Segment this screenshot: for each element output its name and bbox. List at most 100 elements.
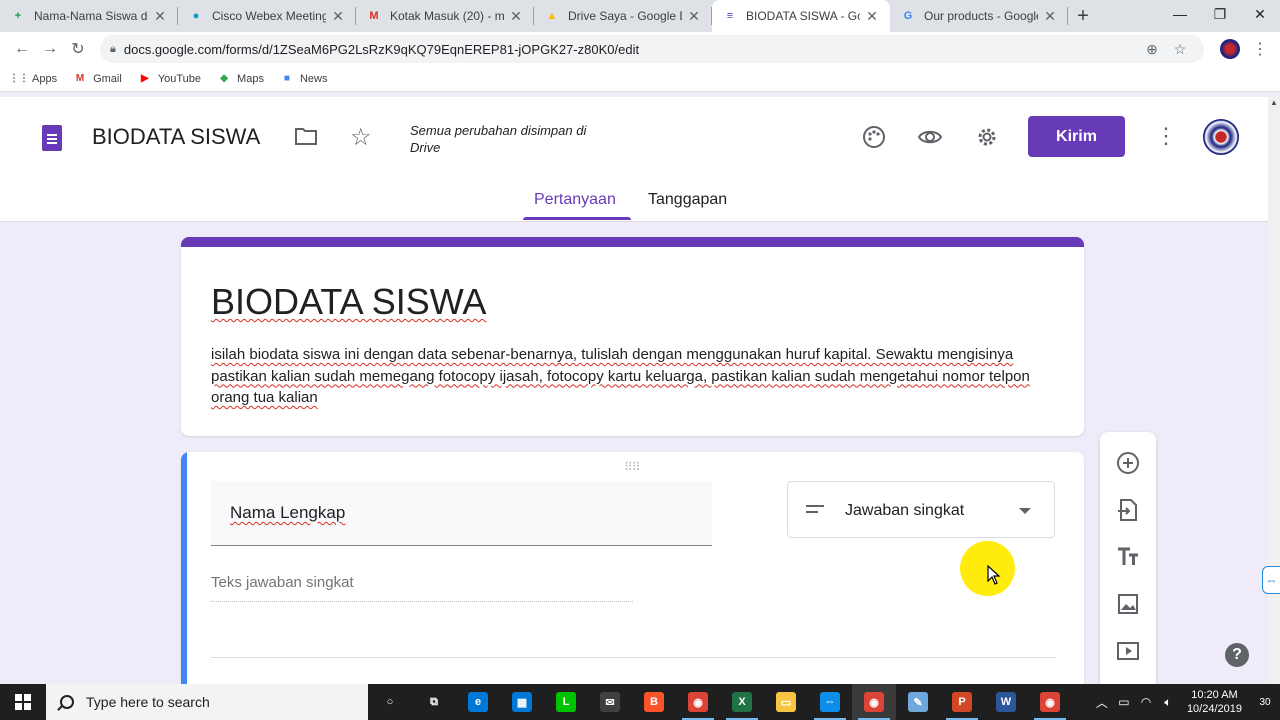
tab-questions[interactable]: Pertanyaan — [534, 191, 616, 209]
window-controls: — ❐ ✕ — [1160, 0, 1280, 32]
browser-tab[interactable]: G Our products - Google ✕ — [890, 0, 1068, 32]
browser-tab[interactable]: ▲ Drive Saya - Google Dri ✕ — [534, 0, 712, 32]
taskbar-app[interactable]: W — [984, 684, 1028, 720]
close-tab-icon[interactable]: ✕ — [330, 8, 346, 25]
battery-icon[interactable]: ▭ — [1113, 695, 1135, 709]
palette-icon[interactable] — [861, 124, 887, 150]
folder-icon[interactable] — [294, 126, 318, 146]
teamviewer-edge-icon[interactable]: ⇔ — [1262, 566, 1280, 594]
start-button[interactable] — [0, 684, 46, 720]
bookmark-item[interactable]: ◆ Maps — [217, 72, 264, 86]
add-video-icon[interactable] — [1114, 637, 1142, 665]
forms-logo-icon[interactable] — [42, 125, 62, 151]
question-title-field[interactable]: Nama Lengkap — [211, 481, 712, 546]
taskbar-app[interactable]: ▦ — [500, 684, 544, 720]
settings-gear-icon[interactable] — [974, 124, 1000, 150]
import-questions-icon[interactable] — [1114, 496, 1142, 524]
taskbar-app[interactable]: P — [940, 684, 984, 720]
bookmark-item[interactable]: M Gmail — [73, 72, 122, 86]
taskbar-app[interactable]: ◉ — [852, 684, 896, 720]
tab-responses[interactable]: Tanggapan — [648, 191, 727, 209]
new-tab-button[interactable]: + — [1068, 0, 1098, 32]
forward-icon[interactable]: → — [36, 35, 64, 63]
browser-tab[interactable]: ● Cisco Webex Meetings ✕ — [178, 0, 356, 32]
close-tab-icon[interactable]: ✕ — [864, 8, 880, 25]
question-type-dropdown[interactable]: Jawaban singkat — [787, 481, 1055, 538]
reload-icon[interactable]: ↻ — [64, 35, 92, 63]
add-title-text-icon[interactable] — [1114, 543, 1142, 571]
document-title[interactable]: BIODATA SISWA — [92, 124, 260, 150]
add-question-icon[interactable] — [1114, 449, 1142, 477]
taskbar-app[interactable]: ◉ — [676, 684, 720, 720]
bookmark-label: Apps — [32, 72, 58, 85]
taskbar-app[interactable]: X — [720, 684, 764, 720]
answer-placeholder: Teks jawaban singkat — [211, 574, 354, 591]
form-title[interactable]: BIODATA SISWA — [211, 281, 486, 323]
taskbar-app[interactable]: ▭ — [764, 684, 808, 720]
dropdown-caret-icon — [1019, 508, 1031, 514]
restore-icon[interactable]: ❐ — [1200, 0, 1240, 28]
notification-center-icon[interactable]: 30 — [1250, 684, 1280, 720]
close-tab-icon[interactable]: ✕ — [152, 8, 168, 25]
send-button[interactable]: Kirim — [1028, 116, 1125, 157]
cortana-icon: ○ — [386, 696, 394, 708]
forms-icon: ≡ — [726, 10, 734, 22]
close-window-icon[interactable]: ✕ — [1240, 0, 1280, 28]
chrome-active-icon: ◉ — [864, 692, 884, 712]
volume-mute-icon[interactable]: 🔈︎ — [1157, 695, 1179, 710]
page-scrollbar[interactable]: ▲ — [1268, 97, 1280, 684]
browser-menu-icon[interactable]: ⋮ — [1248, 39, 1272, 59]
gmail-icon: M — [369, 10, 379, 22]
back-icon[interactable]: ← — [8, 35, 36, 63]
powerpoint-icon: P — [952, 692, 972, 712]
webex-icon: ● — [192, 10, 200, 22]
word-icon: W — [996, 692, 1016, 712]
network-icon[interactable]: ◠ — [1135, 695, 1157, 709]
bookmark-item[interactable]: ■ News — [280, 72, 328, 86]
browser-tab[interactable]: ≡ BIODATA SISWA - Goog ✕ — [712, 0, 890, 32]
tray-chevron-icon[interactable]: ︿ — [1091, 694, 1113, 711]
chrome-icon: ◉ — [688, 692, 708, 712]
form-title-card[interactable]: BIODATA SISWA isilah biodata siswa ini d… — [181, 237, 1084, 436]
windows-logo-icon — [15, 694, 31, 710]
account-avatar[interactable] — [1203, 119, 1239, 155]
browser-tab[interactable]: M Kotak Masuk (20) - mgl ✕ — [356, 0, 534, 32]
close-tab-icon[interactable]: ✕ — [508, 8, 524, 25]
taskbar-app[interactable]: ✉ — [588, 684, 632, 720]
more-options-icon[interactable]: ⋮ — [1155, 123, 1177, 149]
add-image-icon[interactable] — [1114, 590, 1142, 618]
taskbar-app[interactable]: ◉ — [1028, 684, 1072, 720]
question-card[interactable]: ⠿⠿ Nama Lengkap Jawaban singkat Teks jaw… — [181, 452, 1084, 692]
close-tab-icon[interactable]: ✕ — [686, 8, 702, 25]
star-icon[interactable]: ☆ — [350, 123, 372, 152]
help-icon[interactable]: ? — [1225, 643, 1249, 667]
scroll-up-icon[interactable]: ▲ — [1268, 97, 1280, 109]
taskbar-app[interactable]: ⇔ — [808, 684, 852, 720]
active-tab-indicator — [523, 217, 631, 220]
taskbar-app[interactable]: e — [456, 684, 500, 720]
browser-tab[interactable]: + Nama-Nama Siswa di S ✕ — [0, 0, 178, 32]
bookmark-item[interactable]: ⋮⋮ Apps — [9, 72, 58, 86]
lock-icon: 🔒︎ — [110, 42, 116, 55]
drive-icon: ▲ — [546, 10, 558, 22]
bookmark-star-icon[interactable]: ☆ — [1166, 41, 1194, 58]
preview-eye-icon[interactable] — [917, 124, 943, 150]
minimize-icon[interactable]: — — [1160, 0, 1200, 28]
sheets-icon: + — [14, 10, 22, 22]
taskbar-app[interactable]: ⧉ — [412, 684, 456, 720]
profile-avatar-icon[interactable] — [1220, 39, 1240, 59]
taskbar-search[interactable]: Type here to search — [46, 684, 368, 720]
taskbar-app[interactable]: ✎ — [896, 684, 940, 720]
address-bar[interactable]: 🔒︎ docs.google.com/forms/d/1ZSeaM6PG2LsR… — [100, 35, 1204, 63]
form-description[interactable]: isilah biodata siswa ini dengan data seb… — [211, 344, 1051, 409]
bookmark-item[interactable]: ▶ YouTube — [138, 72, 201, 86]
taskbar-app[interactable]: L — [544, 684, 588, 720]
drag-handle-icon[interactable]: ⠿⠿ — [624, 460, 641, 474]
file-explorer-icon: ▭ — [776, 692, 796, 712]
taskbar-app[interactable]: B — [632, 684, 676, 720]
zoom-icon[interactable]: ⊕ — [1138, 41, 1166, 58]
close-tab-icon[interactable]: ✕ — [1042, 8, 1058, 25]
clock-date: 10/24/2019 — [1186, 703, 1242, 715]
taskbar-app[interactable]: ○ — [368, 684, 412, 720]
taskbar-clock[interactable]: 10:20 AM 10/24/2019 — [1179, 688, 1250, 716]
